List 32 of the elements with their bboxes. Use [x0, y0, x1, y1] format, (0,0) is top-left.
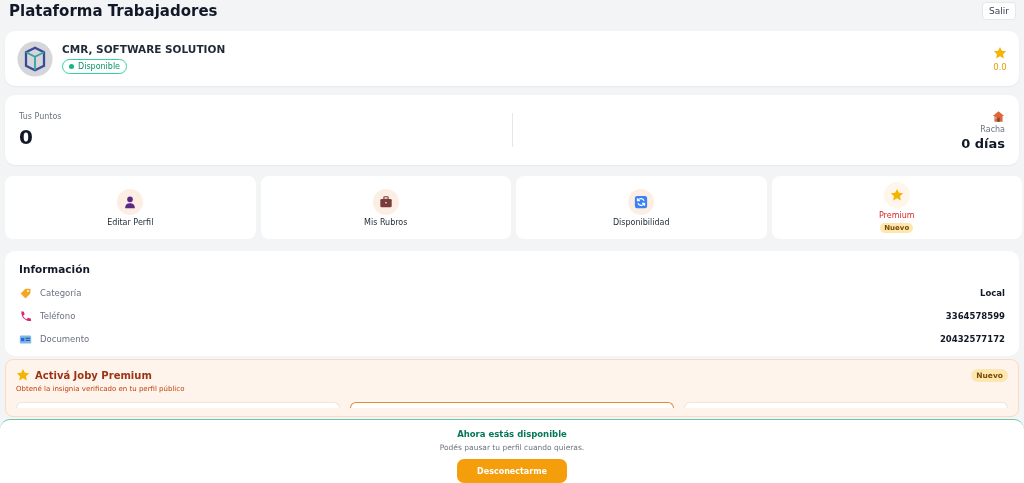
field-label: Categoría — [40, 288, 83, 298]
field-value: 3364578599 — [945, 311, 1005, 321]
house-icon — [992, 109, 1005, 123]
action-tile[interactable]: Editar Perfil — [5, 176, 256, 239]
sheet-title: Ahora estás disponible — [457, 429, 567, 439]
points-label: Tus Puntos — [19, 111, 63, 121]
star-icon — [889, 188, 904, 202]
logout-button[interactable]: Salir — [982, 2, 1016, 20]
streak-label: Racha — [980, 124, 1005, 134]
points-value: 0 — [19, 124, 34, 149]
field-label: Teléfono — [40, 311, 77, 321]
id-card-icon — [19, 332, 32, 346]
refresh-icon — [634, 194, 649, 209]
person-icon — [123, 194, 138, 209]
section-title: Información — [19, 263, 91, 275]
rating-value: 0.0 — [993, 61, 1007, 72]
field-label: Documento — [40, 334, 91, 344]
briefcase-icon — [378, 194, 393, 209]
phone-icon — [19, 309, 32, 323]
premium-title: Activá Joby Premium — [35, 369, 153, 381]
tag-icon — [19, 286, 32, 300]
logo-icon — [17, 40, 53, 77]
streak-value: 0 días — [961, 135, 1005, 151]
plan-card[interactable] — [350, 402, 674, 408]
star-icon — [16, 368, 30, 382]
company-name: CMR, SOFTWARE SOLUTION — [62, 43, 226, 55]
page-title: Plataforma Trabajadores — [9, 2, 218, 20]
field-value: 20432577172 — [939, 334, 1005, 344]
field-value: Local — [980, 288, 1005, 298]
action-tile[interactable]: Mis Rubros — [260, 176, 511, 239]
star-icon — [993, 45, 1007, 60]
action-tile[interactable]: Disponibilidad — [516, 176, 767, 239]
